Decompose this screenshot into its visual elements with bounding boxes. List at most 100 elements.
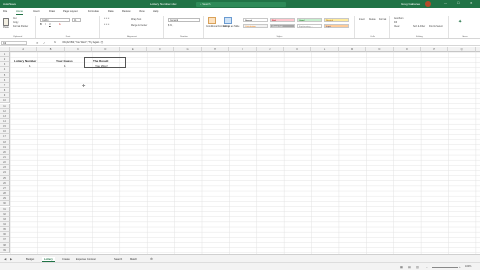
autosave-label[interactable]: AutoSave bbox=[3, 2, 16, 6]
tab-help[interactable]: Help bbox=[153, 10, 158, 13]
sheet-tab[interactable]: Expense Contour bbox=[74, 257, 98, 262]
search-input[interactable]: ⌕ Search bbox=[196, 1, 286, 7]
minimize-button[interactable]: — bbox=[444, 1, 447, 5]
cell-b1[interactable]: Your Guess bbox=[56, 59, 73, 63]
user-name[interactable]: Greg Gabaree bbox=[401, 2, 420, 6]
name-box[interactable]: C2 bbox=[1, 41, 27, 45]
underline-button[interactable]: U bbox=[49, 24, 51, 26]
format-table-button[interactable]: Format as Table bbox=[223, 26, 239, 28]
delete-cells-button[interactable]: Delete bbox=[369, 19, 376, 21]
cell-style-item[interactable]: Input bbox=[324, 24, 349, 28]
cell-style-item[interactable]: Good bbox=[297, 18, 322, 22]
formula-bar: C2 ✕ ✓ fx =IF(A2=B2,"You Won!","Try Agai… bbox=[0, 40, 480, 46]
tab-view[interactable]: View bbox=[139, 10, 145, 13]
clear-button[interactable]: Clear bbox=[394, 26, 400, 28]
editing-label: Editing bbox=[416, 35, 423, 38]
sheet-tab[interactable]: Lottery bbox=[42, 256, 55, 262]
cell-area[interactable] bbox=[10, 52, 480, 254]
cell-style-item[interactable]: Check Cell bbox=[270, 24, 295, 28]
tab-data[interactable]: Data bbox=[108, 10, 113, 13]
merge-center-button[interactable]: Merge & Center bbox=[131, 25, 147, 27]
tab-insert[interactable]: Insert bbox=[33, 10, 40, 13]
cells-label: Cells bbox=[370, 35, 375, 38]
bold-button[interactable]: B bbox=[40, 24, 42, 26]
styles-label: Styles bbox=[276, 35, 283, 38]
format-table-icon[interactable] bbox=[224, 17, 232, 24]
zoom-level[interactable]: 100% bbox=[465, 265, 471, 268]
file-title: Lottery Number.xlsx bbox=[150, 1, 177, 6]
formula-input[interactable]: =IF(A2=B2,"You Won!","Try Again :(") bbox=[62, 41, 103, 44]
sheet-tab[interactable]: Search bbox=[112, 257, 124, 262]
cell-c2[interactable]: You Won! bbox=[95, 64, 108, 68]
scroll-left-icon[interactable]: ◀ bbox=[4, 257, 6, 261]
ideas-group: ✦ Ideas bbox=[450, 16, 480, 38]
sort-filter-button[interactable]: Sort & Filter bbox=[413, 26, 425, 28]
cut-button[interactable]: Cut bbox=[13, 18, 17, 20]
sheet-tab[interactable]: Budget bbox=[24, 257, 36, 262]
enter-icon[interactable]: ✓ bbox=[43, 41, 46, 45]
zoom-slider[interactable] bbox=[432, 266, 458, 268]
tab-draw[interactable]: Draw bbox=[49, 10, 55, 13]
status-bar: ▦ ▤ ▥ − + 100% bbox=[0, 262, 480, 270]
number-format-select[interactable]: General bbox=[168, 18, 200, 22]
cell-style-item[interactable]: Normal bbox=[243, 18, 268, 22]
format-cells-button[interactable]: Format bbox=[379, 19, 386, 21]
cell-a1[interactable]: Lottery Number bbox=[14, 59, 36, 63]
maximize-button[interactable]: ☐ bbox=[457, 1, 460, 5]
cell-a2[interactable]: 1 bbox=[29, 64, 31, 68]
font-name-select[interactable]: Calibri bbox=[40, 18, 70, 22]
fill-button[interactable]: Fill bbox=[394, 22, 397, 24]
font-size-select[interactable]: 11 bbox=[72, 18, 81, 22]
conditional-formatting-icon[interactable] bbox=[208, 17, 216, 24]
page-break-icon[interactable]: ▥ bbox=[416, 265, 419, 269]
tab-page-layout[interactable]: Page Layout bbox=[63, 10, 78, 13]
zoom-out-icon[interactable]: − bbox=[426, 265, 428, 269]
cell-style-item[interactable]: Bad bbox=[270, 18, 295, 22]
italic-button[interactable]: I bbox=[45, 24, 46, 26]
normal-view-icon[interactable]: ▦ bbox=[400, 265, 403, 269]
tab-home[interactable]: Home bbox=[16, 10, 23, 15]
autosum-button[interactable]: AutoSum bbox=[394, 18, 403, 20]
font-label: Font bbox=[65, 35, 71, 38]
tab-file[interactable]: File bbox=[3, 10, 7, 13]
font-group: Calibri 11 B I U A Font bbox=[37, 16, 100, 38]
sheet-tab[interactable]: Create bbox=[60, 257, 72, 262]
cursor-icon: ✛ bbox=[82, 83, 86, 88]
zoom-in-icon[interactable]: + bbox=[459, 265, 461, 269]
worksheet-grid[interactable]: ABCDEFGHIJKLMNOPQR 123456789101112131415… bbox=[0, 47, 480, 254]
scroll-right-icon[interactable]: ▶ bbox=[10, 257, 12, 261]
cell-style-item[interactable]: Explanatory ... bbox=[297, 24, 322, 28]
tab-review[interactable]: Review bbox=[122, 10, 131, 13]
align-top-icon[interactable]: ≡ ≡ ≡ bbox=[104, 18, 109, 20]
add-sheet-icon[interactable]: ⊕ bbox=[150, 257, 153, 261]
page-layout-icon[interactable]: ▤ bbox=[408, 265, 411, 269]
wrap-text-button[interactable]: Wrap Text bbox=[131, 19, 141, 21]
font-color-icon[interactable]: A bbox=[59, 24, 61, 26]
alignment-label: Alignment bbox=[127, 35, 137, 38]
cell-style-item[interactable]: Neutral bbox=[324, 18, 349, 22]
cell-style-item[interactable]: Calculation bbox=[243, 24, 268, 28]
cancel-icon[interactable]: ✕ bbox=[36, 41, 39, 45]
format-painter-button[interactable]: Format Painter bbox=[13, 26, 28, 28]
title-bar: AutoSave Lottery Number.xlsx ⌕ Search Gr… bbox=[0, 0, 480, 8]
lightbulb-icon[interactable]: ✦ bbox=[458, 19, 462, 25]
avatar[interactable] bbox=[425, 1, 431, 7]
currency-icon[interactable]: $ % , bbox=[168, 25, 173, 27]
insert-cells-button[interactable]: Insert bbox=[359, 19, 365, 21]
row-header[interactable]: 39 bbox=[0, 247, 10, 253]
align-left-icon[interactable]: ≡ ≡ ≡ bbox=[104, 24, 109, 26]
find-select-button[interactable]: Find & Select bbox=[429, 26, 443, 28]
fx-icon[interactable]: fx bbox=[54, 41, 56, 44]
alignment-group: ≡ ≡ ≡ ≡ ≡ ≡ Wrap Text Merge & Center Ali… bbox=[101, 16, 164, 38]
ideas-label: Ideas bbox=[462, 35, 468, 38]
close-button[interactable]: ✕ bbox=[470, 1, 473, 5]
sheet-tab-bar: ◀ ▶ Budget Lottery Create Expense Contour Se… bbox=[0, 254, 480, 262]
paste-icon[interactable] bbox=[3, 18, 9, 26]
tab-formulas[interactable]: Formulas bbox=[88, 10, 99, 13]
number-group: General $ % , Number bbox=[165, 16, 204, 38]
cell-b2[interactable]: 1 bbox=[64, 64, 66, 68]
copy-button[interactable]: Copy bbox=[13, 22, 18, 24]
styles-group: Conditional Formatting Format as Table N… bbox=[205, 16, 355, 38]
sheet-tab[interactable]: Match bbox=[128, 257, 139, 262]
paste-button[interactable]: Paste bbox=[3, 27, 9, 29]
